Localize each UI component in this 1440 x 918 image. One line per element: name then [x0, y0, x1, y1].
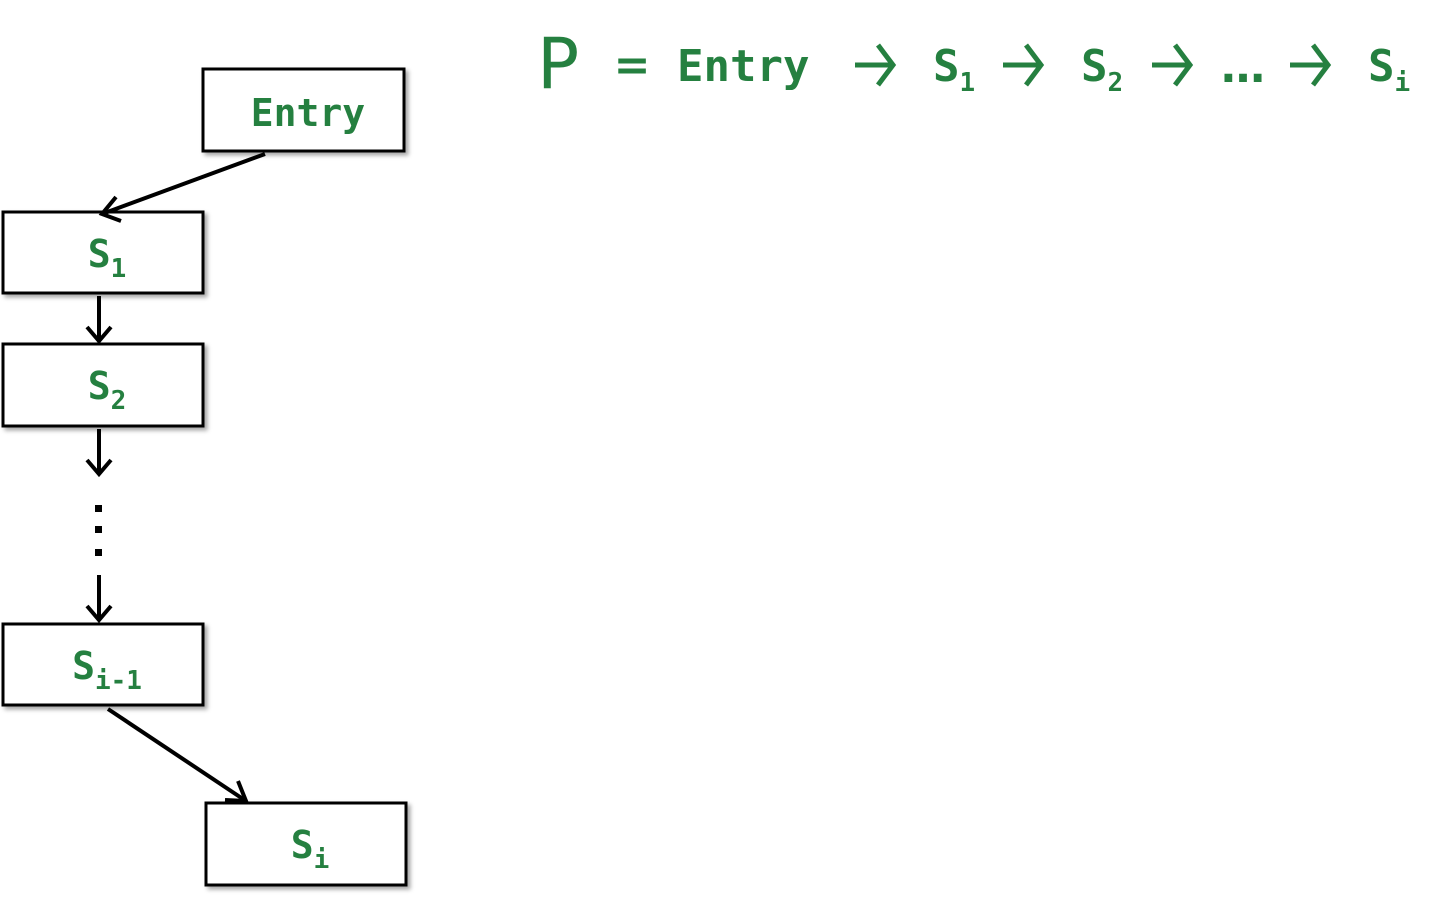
path-diagram: Entry S1 S2 Si-1 Si P = Entry S1 S2 … Si: [1, 23, 1410, 887]
path-formula: P = Entry S1 S2 … Si: [537, 23, 1410, 105]
formula-equals: =: [614, 40, 651, 91]
right-arrow-icon: [1290, 43, 1332, 87]
edge-s-i-minus-1-s-i: [106, 707, 250, 804]
right-arrow-icon: [1152, 43, 1194, 87]
right-arrow-icon: [1003, 43, 1045, 87]
edge-s2-ellipsis: [85, 429, 113, 478]
right-arrow-icon: [855, 43, 897, 87]
formula-entry: Entry: [677, 41, 809, 92]
formula-s2: S2: [1081, 41, 1123, 98]
formula-si: Si: [1368, 41, 1410, 98]
formula-ellipsis: …: [1221, 42, 1265, 93]
edge-s1-s2: [85, 296, 113, 345]
node-s2: S2: [1, 342, 205, 428]
ellipsis-vertical: [95, 505, 102, 556]
node-s-i: Si: [204, 801, 408, 887]
node-entry-label: Entry: [251, 91, 365, 135]
edge-ellipsis-s-i-minus-1: [85, 575, 113, 624]
node-s-i-minus-1: Si-1: [1, 622, 205, 707]
node-s1: S1: [1, 210, 205, 295]
formula-symbol-p: P: [537, 23, 579, 105]
node-entry: Entry: [201, 67, 406, 153]
formula-s1: S1: [933, 41, 975, 98]
